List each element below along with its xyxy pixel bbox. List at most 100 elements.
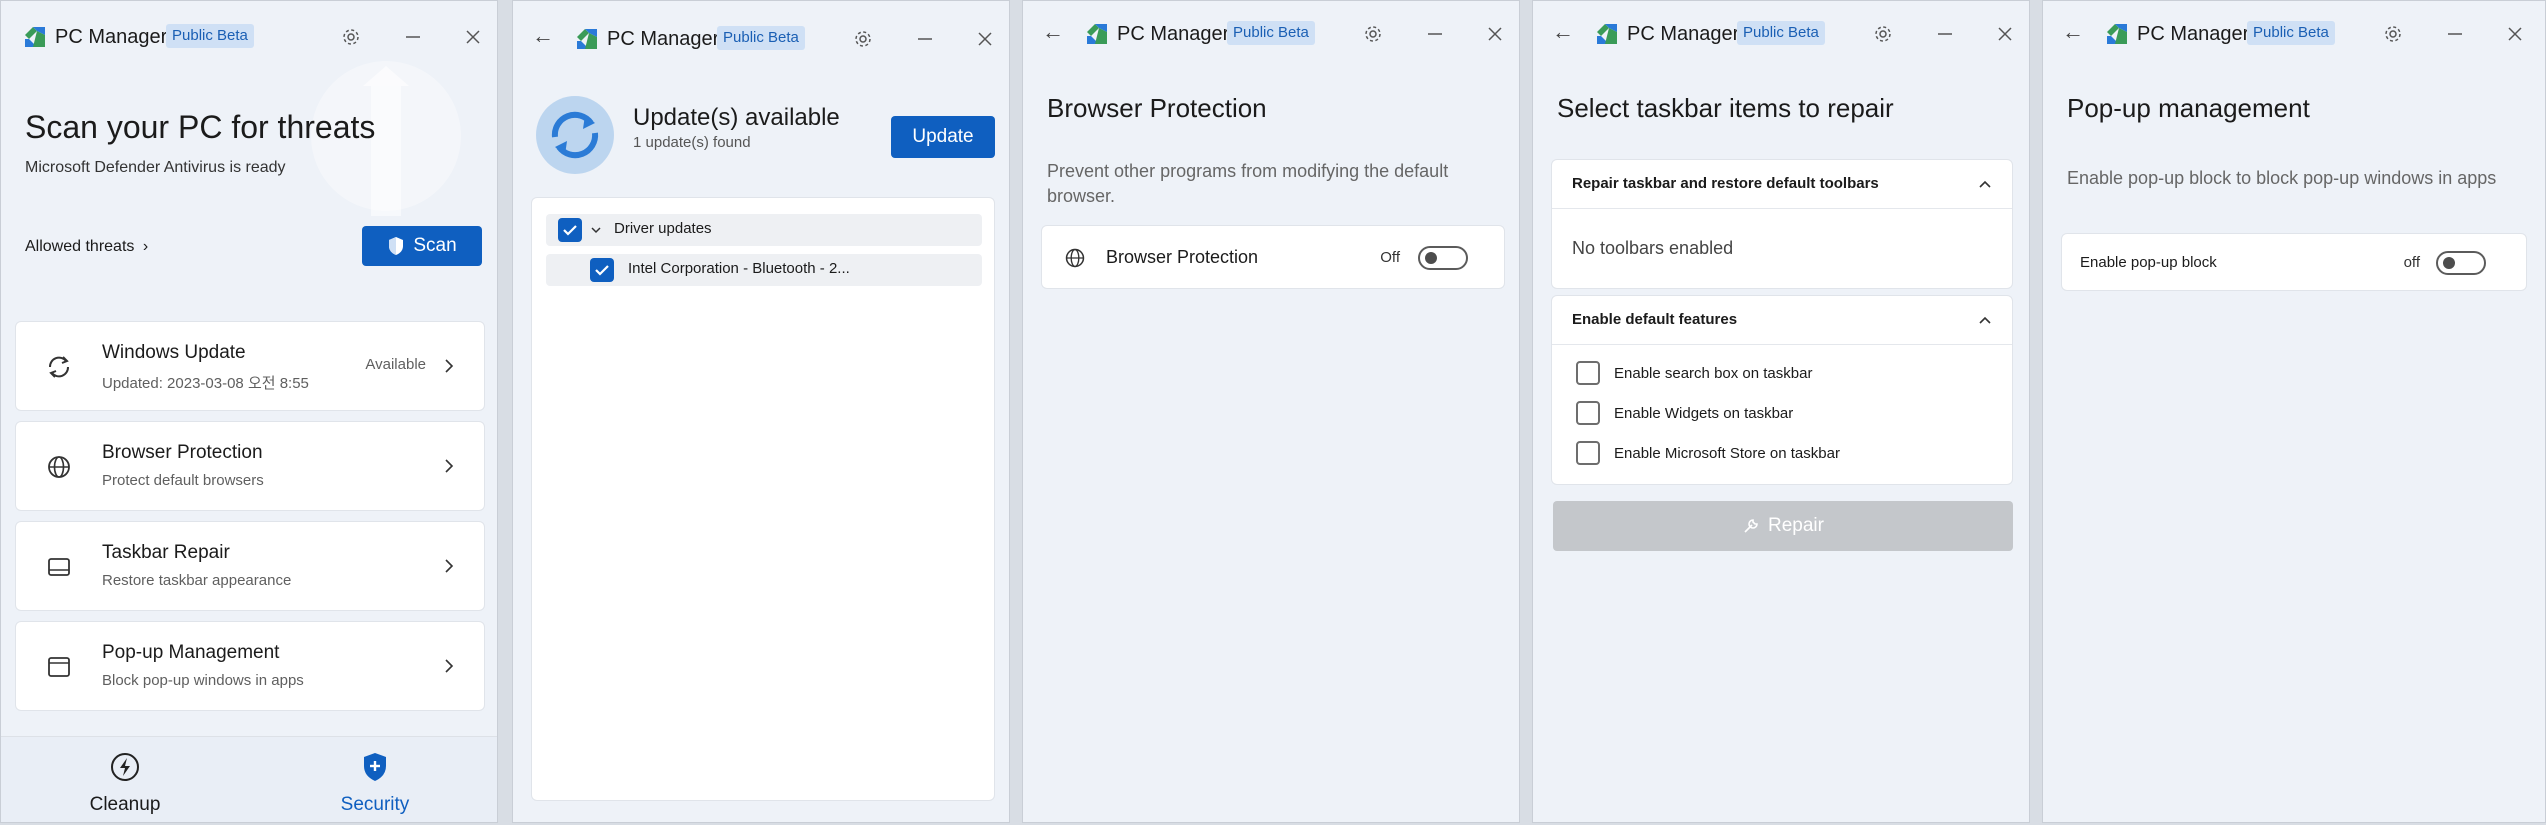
- pc-manager-logo-icon: [2107, 24, 2127, 44]
- group-label: Driver updates: [614, 220, 712, 237]
- back-arrow-icon[interactable]: ←: [2061, 21, 2085, 45]
- section-title: Enable default features: [1572, 311, 1738, 328]
- section-header[interactable]: Enable default features: [1552, 296, 2012, 345]
- option-row[interactable]: Enable search box on taskbar: [1576, 361, 1976, 387]
- chevron-down-icon[interactable]: [590, 224, 602, 236]
- public-beta-badge: Public Beta: [717, 26, 805, 50]
- title-bar: ← PC Manager Public Beta: [1533, 1, 2029, 71]
- title-bar: ← PC Manager Public Beta: [2043, 1, 2545, 71]
- lightning-icon: [111, 753, 139, 781]
- checkmark-icon: [595, 265, 609, 276]
- no-toolbars-text: No toolbars enabled: [1572, 238, 1734, 258]
- chevron-right-icon: [445, 459, 454, 473]
- close-icon[interactable]: [457, 21, 489, 53]
- back-arrow-icon[interactable]: ←: [1551, 21, 1575, 45]
- shield-plus-icon: [364, 753, 386, 781]
- update-item-label: Intel Corporation - Bluetooth - 2...: [628, 260, 850, 277]
- app-title: PC Manager: [607, 28, 720, 50]
- globe-icon: [48, 456, 70, 478]
- window-security-home: PC Manager Public Beta Scan your PC for …: [0, 0, 498, 823]
- close-icon[interactable]: [2499, 18, 2531, 50]
- chevron-right-icon: [445, 359, 454, 373]
- public-beta-badge: Public Beta: [1227, 21, 1315, 45]
- checkmark-icon: [563, 225, 577, 236]
- item-subtitle: Block pop-up windows in apps: [102, 672, 304, 689]
- section-title: Repair taskbar and restore default toolb…: [1572, 175, 1879, 192]
- pc-manager-logo-icon: [1597, 24, 1617, 44]
- minimize-icon[interactable]: [397, 21, 429, 53]
- page-title: Select taskbar items to repair: [1557, 93, 1894, 123]
- option-label: Enable Microsoft Store on taskbar: [1614, 445, 1840, 462]
- item-checkbox[interactable]: [590, 258, 614, 282]
- window-updates: ← PC Manager Public Beta Update(s) avail…: [512, 0, 1010, 823]
- allowed-threats-link[interactable]: Allowed threats ›: [25, 238, 148, 256]
- scan-button[interactable]: Scan: [362, 226, 482, 266]
- app-title: PC Manager: [2137, 23, 2250, 45]
- chevron-up-icon: [1979, 180, 1991, 188]
- bottom-nav: Cleanup Security: [1, 736, 497, 822]
- update-item-row[interactable]: Intel Corporation - Bluetooth - 2...: [546, 254, 982, 286]
- pc-manager-logo-icon: [577, 29, 597, 49]
- section-header[interactable]: Repair taskbar and restore default toolb…: [1552, 160, 2012, 209]
- page-title: Scan your PC for threats: [25, 109, 376, 145]
- page-description: Prevent other programs from modifying th…: [1047, 161, 1449, 206]
- back-arrow-icon[interactable]: ←: [1041, 21, 1065, 45]
- pc-manager-logo-icon: [25, 27, 45, 47]
- pc-manager-logo-icon: [1087, 24, 1107, 44]
- group-row-driver-updates[interactable]: Driver updates: [546, 214, 982, 246]
- list-item-browser-protection[interactable]: Browser Protection Protect default brows…: [15, 421, 485, 511]
- nav-cleanup[interactable]: Cleanup: [65, 751, 185, 816]
- settings-gear-icon[interactable]: [1357, 18, 1389, 50]
- row-label: Enable pop-up block: [2080, 254, 2217, 271]
- scan-label: Scan: [413, 235, 457, 256]
- allowed-threats-label: Allowed threats: [25, 238, 135, 255]
- app-title: PC Manager: [55, 26, 168, 48]
- settings-gear-icon[interactable]: [847, 23, 879, 55]
- list-item-windows-update[interactable]: Windows Update Updated: 2023-03-08 오전 8:…: [15, 321, 485, 411]
- close-icon[interactable]: [969, 23, 1001, 55]
- lighthouse-illustration-icon: [311, 61, 461, 216]
- minimize-icon[interactable]: [1929, 18, 1961, 50]
- app-title: PC Manager: [1627, 23, 1740, 45]
- window-popup-management: ← PC Manager Public Beta Pop-up manageme…: [2042, 0, 2546, 823]
- toggle-state-label: off: [2403, 254, 2420, 271]
- app-title: PC Manager: [1117, 23, 1230, 45]
- item-title: Pop-up Management: [102, 642, 280, 663]
- option-row[interactable]: Enable Microsoft Store on taskbar: [1576, 441, 1976, 467]
- option-row[interactable]: Enable Widgets on taskbar: [1576, 401, 1976, 427]
- browser-protection-row: Browser Protection Off: [1041, 225, 1505, 289]
- group-checkbox[interactable]: [558, 218, 582, 242]
- close-icon[interactable]: [1479, 18, 1511, 50]
- settings-gear-icon[interactable]: [1867, 18, 1899, 50]
- page-description: Enable pop-up block to block pop-up wind…: [2067, 168, 2497, 188]
- item-subtitle: Protect default browsers: [102, 472, 264, 489]
- window-taskbar-repair: ← PC Manager Public Beta Select taskbar …: [1532, 0, 2030, 823]
- nav-security[interactable]: Security: [315, 751, 435, 816]
- list-item-taskbar-repair[interactable]: Taskbar Repair Restore taskbar appearanc…: [15, 521, 485, 611]
- item-title: Taskbar Repair: [102, 542, 230, 563]
- minimize-icon[interactable]: [2439, 18, 2471, 50]
- defender-status-text: Microsoft Defender Antivirus is ready: [25, 159, 286, 176]
- list-item-popup-management[interactable]: Pop-up Management Block pop-up windows i…: [15, 621, 485, 711]
- minimize-icon[interactable]: [909, 23, 941, 55]
- settings-gear-icon[interactable]: [335, 21, 367, 53]
- back-arrow-icon[interactable]: ←: [531, 25, 555, 49]
- window-icon: [48, 657, 70, 677]
- popup-block-toggle[interactable]: [2436, 251, 2486, 275]
- search-box-checkbox[interactable]: [1576, 361, 1600, 385]
- public-beta-badge: Public Beta: [2247, 21, 2335, 45]
- close-icon[interactable]: [1989, 18, 2021, 50]
- item-subtitle: Updated: 2023-03-08 오전 8:55: [102, 375, 309, 392]
- repair-button[interactable]: Repair: [1553, 501, 2013, 551]
- minimize-icon[interactable]: [1419, 18, 1451, 50]
- toggle-state-label: Off: [1380, 249, 1400, 266]
- chevron-right-icon: [445, 659, 454, 673]
- widgets-checkbox[interactable]: [1576, 401, 1600, 425]
- page-title: Browser Protection: [1047, 93, 1267, 123]
- browser-protection-toggle[interactable]: [1418, 246, 1468, 270]
- settings-gear-icon[interactable]: [2377, 18, 2409, 50]
- nav-cleanup-label: Cleanup: [89, 794, 161, 815]
- microsoft-store-checkbox[interactable]: [1576, 441, 1600, 465]
- page-title: Pop-up management: [2067, 93, 2310, 123]
- update-button[interactable]: Update: [891, 116, 995, 158]
